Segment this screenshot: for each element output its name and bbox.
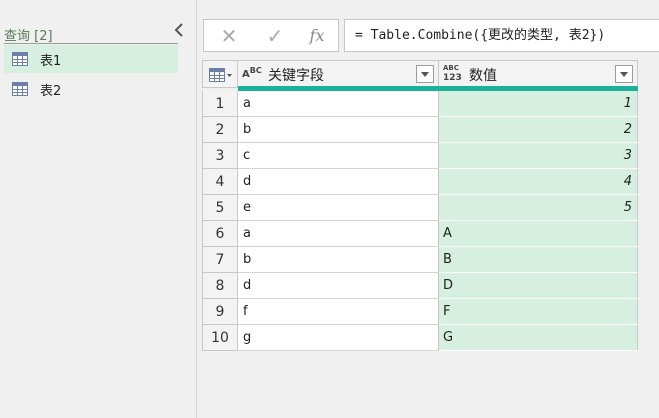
table-icon xyxy=(12,52,28,66)
cell-key[interactable]: b xyxy=(238,247,439,273)
table-icon xyxy=(12,82,28,96)
collapse-pane-button[interactable] xyxy=(174,22,188,40)
table-row: 6aA xyxy=(202,221,638,247)
column-filter-dropdown[interactable] xyxy=(615,65,633,83)
cell-value[interactable]: 3 xyxy=(439,143,638,169)
formula-buttons: ✕ ✓ fx xyxy=(203,19,339,52)
table-row: 4d4 xyxy=(202,169,638,195)
query-item-label: 表1 xyxy=(40,53,62,69)
cell-value[interactable]: 2 xyxy=(439,117,638,143)
cell-value[interactable]: 5 xyxy=(439,195,638,221)
row-number[interactable]: 6 xyxy=(202,221,238,247)
query-item-label: 表2 xyxy=(40,83,62,99)
cell-value[interactable]: F xyxy=(439,299,638,325)
cell-value[interactable]: A xyxy=(439,221,638,247)
table-row: 8dD xyxy=(202,273,638,299)
row-number[interactable]: 7 xyxy=(202,247,238,273)
confirm-formula-button[interactable]: ✓ xyxy=(262,24,288,48)
queries-title: 查询 [2] xyxy=(4,29,53,44)
fx-icon: fx xyxy=(309,26,325,45)
formula-input[interactable]: = Table.Combine({更改的类型, 表2}) xyxy=(344,19,659,52)
cell-value[interactable]: B xyxy=(439,247,638,273)
cell-value[interactable]: 4 xyxy=(439,169,638,195)
table-row: 5e5 xyxy=(202,195,638,221)
cell-value[interactable]: D xyxy=(439,273,638,299)
column-header-key[interactable]: ABC 关键字段 xyxy=(238,60,439,88)
cancel-formula-button[interactable]: ✕ xyxy=(216,24,242,48)
cell-key[interactable]: d xyxy=(238,169,439,195)
query-item-table2[interactable]: 表2 xyxy=(4,75,178,103)
table-menu-button[interactable] xyxy=(202,60,238,88)
text-type-icon[interactable]: ABC xyxy=(242,67,262,80)
close-icon: ✕ xyxy=(220,24,238,48)
row-number[interactable]: 8 xyxy=(202,273,238,299)
column-name: 关键字段 xyxy=(268,68,324,84)
row-number[interactable]: 10 xyxy=(202,325,238,351)
row-number[interactable]: 3 xyxy=(202,143,238,169)
row-number[interactable]: 1 xyxy=(202,91,238,117)
queries-header: 查询 [2] xyxy=(4,24,178,44)
table-row: 10 g G xyxy=(202,325,638,351)
check-icon: ✓ xyxy=(266,24,284,48)
cell-key[interactable]: e xyxy=(238,195,439,221)
cell-key[interactable]: f xyxy=(238,299,439,325)
table-row: 9fF xyxy=(202,299,638,325)
cell-key[interactable]: b xyxy=(238,117,439,143)
row-number[interactable]: 4 xyxy=(202,169,238,195)
insert-function-button[interactable]: fx xyxy=(304,24,330,48)
row-number[interactable]: 9 xyxy=(202,299,238,325)
cell-value[interactable]: 1 xyxy=(439,91,638,117)
row-number[interactable]: 5 xyxy=(202,195,238,221)
table-row: 2b2 xyxy=(202,117,638,143)
column-header-value[interactable]: ABC 123 数值 xyxy=(439,60,638,88)
query-item-table1[interactable]: 表1 xyxy=(4,45,178,73)
cell-key[interactable]: d xyxy=(238,273,439,299)
column-name: 数值 xyxy=(469,68,497,84)
table-icon xyxy=(209,68,232,82)
cell-key[interactable]: a xyxy=(238,221,439,247)
any-type-icon[interactable]: ABC 123 xyxy=(443,64,462,83)
column-filter-dropdown[interactable] xyxy=(416,65,434,83)
cell-value[interactable]: G xyxy=(439,325,638,351)
chevron-left-icon xyxy=(174,23,183,37)
table-row: 7bB xyxy=(202,247,638,273)
cell-key[interactable]: c xyxy=(238,143,439,169)
grid-header: ABC 关键字段 ABC 123 数值 xyxy=(202,60,638,88)
table-row: 3c3 xyxy=(202,143,638,169)
table-row: 1a1 xyxy=(202,91,638,117)
row-number[interactable]: 2 xyxy=(202,117,238,143)
cell-key[interactable]: a xyxy=(238,91,439,117)
cell-key[interactable]: g xyxy=(238,325,439,351)
queries-pane: 查询 [2] 表1 表2 xyxy=(0,0,197,418)
